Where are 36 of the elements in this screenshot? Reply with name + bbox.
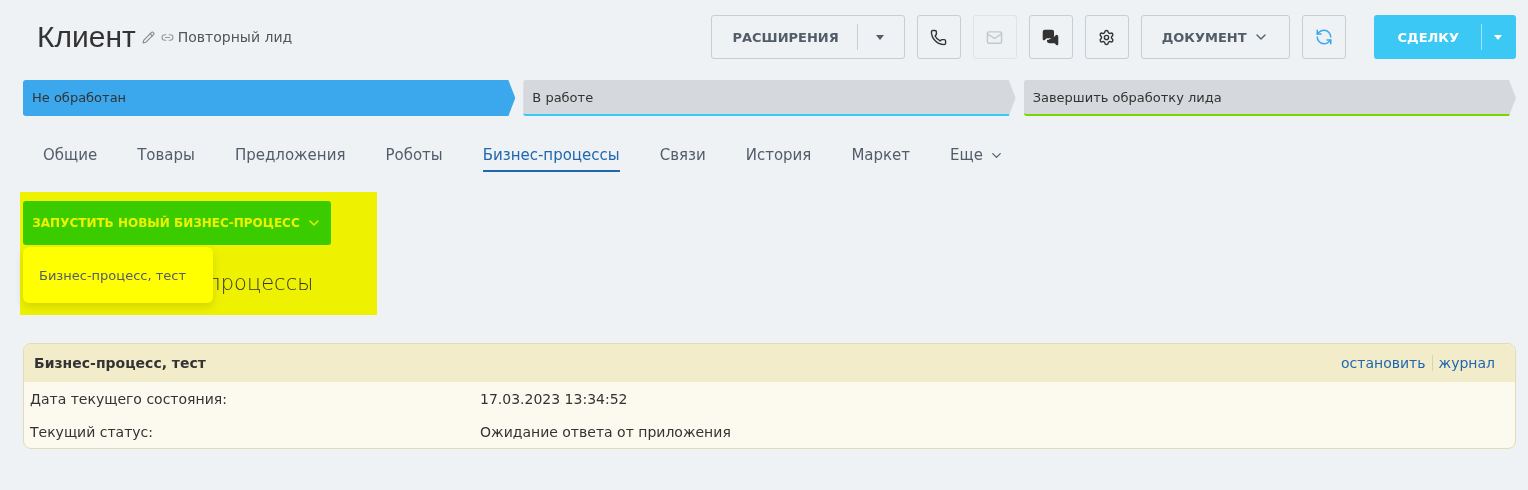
tab[interactable]: Роботы [385,142,443,172]
caret-icon [875,34,884,40]
settings-icon [1098,28,1116,46]
action-link[interactable]: журнал [1431,355,1501,371]
tab[interactable]: Товары [137,142,195,172]
tab[interactable]: Еще [950,142,1004,172]
tab[interactable]: Бизнес-процессы [482,142,620,172]
settings-button[interactable] [1084,15,1129,59]
field-value: 17.03.2023 13:34:52 [480,390,629,407]
field-label: Дата текущего состояния: [30,390,228,407]
tab[interactable]: Предложения [234,142,346,172]
stage-step[interactable]: Завершить обработку лида [1023,80,1516,116]
tab[interactable]: Общие [43,142,98,172]
caret-icon [1494,34,1502,40]
stage-step[interactable]: Не обработан [23,80,516,116]
field-value: Ожидание ответа от приложения [480,423,732,440]
page-subtitle: Повторный лид [177,29,293,45]
tab[interactable]: Связи [659,142,706,172]
chat-icon [1042,28,1060,46]
refresh-icon [1314,28,1333,46]
action-link[interactable]: остановить [1335,355,1432,371]
pencil-icon[interactable] [141,30,155,44]
stage-step[interactable]: В работе [523,80,1016,116]
mail-icon [986,28,1004,46]
extensions-button[interactable]: РАСШИРЕНИЯ [711,15,905,59]
chat-button[interactable] [1028,15,1073,59]
refresh-button[interactable] [1301,15,1346,59]
tab[interactable]: Маркет [851,142,911,172]
process-title: Бизнес-процесс, тест [34,355,206,371]
tab[interactable]: История [745,142,812,172]
field-label: Текущий статус: [30,423,155,440]
phone-icon [930,28,948,46]
menu-item[interactable]: Бизнес-процесс, тест [23,267,213,283]
page-title: Клиент [37,20,136,54]
phone-button[interactable] [916,15,961,59]
document-button[interactable]: ДОКУМЕНТ [1140,15,1290,59]
